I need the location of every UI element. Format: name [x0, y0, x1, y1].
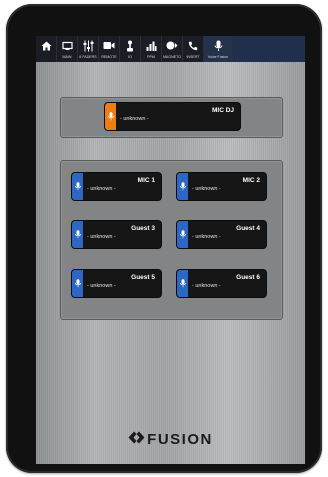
magneto-icon [165, 39, 179, 52]
tablet-frame: MAIN 8 FADERS REMOTE IO PPM MAGNETO INSE… [6, 4, 322, 473]
meter-bars-icon [144, 39, 158, 52]
mic-channel-2[interactable]: MIC 2 - unknown - [177, 173, 266, 200]
channel-name: MIC 1 [137, 177, 155, 184]
mic-2-button[interactable] [177, 173, 188, 200]
channel-status: - unknown - [87, 283, 116, 289]
brand-logo: FUSION [36, 431, 305, 448]
home-icon [39, 39, 53, 52]
tab-io[interactable]: IO [120, 36, 141, 62]
tab-home[interactable] [36, 36, 57, 62]
channel-name: Guest 3 [131, 225, 155, 232]
guest-4-button[interactable] [177, 221, 188, 248]
usb-icon [123, 39, 137, 52]
microphone-icon [179, 178, 186, 196]
channel-status: - unknown - [192, 234, 221, 240]
microphone-icon [179, 226, 186, 244]
tab-voice-fusion[interactable]: Voice Fusion [204, 36, 233, 62]
tab-insert[interactable]: INSERT [183, 36, 204, 62]
microphone-icon [74, 178, 81, 196]
mic-dj-button[interactable] [105, 103, 116, 130]
fusion-logo-icon [128, 431, 147, 448]
channel-name: Guest 4 [236, 225, 260, 232]
faders-icon [81, 39, 95, 52]
tab-main[interactable]: MAIN [57, 36, 78, 62]
phone-icon [186, 39, 200, 52]
tab-8-faders[interactable]: 8 FADERS [78, 36, 99, 62]
mic-1-button[interactable] [72, 173, 83, 200]
tab-ppm[interactable]: PPM [141, 36, 162, 62]
microphone-icon [74, 275, 81, 293]
tab-magneto[interactable]: MAGNETO [162, 36, 183, 62]
channel-name: MIC 2 [242, 177, 260, 184]
mic-channel-1[interactable]: MIC 1 - unknown - [72, 173, 161, 200]
video-camera-icon [102, 39, 116, 52]
microphone-icon [211, 39, 225, 52]
mic-channel-3[interactable]: Guest 3 - unknown - [72, 221, 161, 248]
microphone-icon [74, 226, 81, 244]
guest-6-button[interactable] [177, 270, 188, 297]
monitor-icon [60, 39, 74, 52]
screen: MAIN 8 FADERS REMOTE IO PPM MAGNETO INSE… [36, 36, 305, 464]
channel-status: - unknown - [120, 116, 149, 122]
top-bar-filler [233, 36, 305, 62]
channel-status: - unknown - [192, 283, 221, 289]
channel-status: - unknown - [87, 186, 116, 192]
mic-channel-4[interactable]: Guest 4 - unknown - [177, 221, 266, 248]
channel-status: - unknown - [192, 186, 221, 192]
microphone-icon [107, 108, 114, 126]
channel-name: MIC DJ [211, 107, 234, 114]
guest-3-button[interactable] [72, 221, 83, 248]
channel-status: - unknown - [87, 234, 116, 240]
microphone-icon [179, 275, 186, 293]
channel-name: Guest 6 [236, 274, 260, 281]
mic-channel-6[interactable]: Guest 6 - unknown - [177, 270, 266, 297]
guest-5-button[interactable] [72, 270, 83, 297]
channel-name: Guest 5 [131, 274, 155, 281]
mic-channel-5[interactable]: Guest 5 - unknown - [72, 270, 161, 297]
brand-name: FUSION [147, 431, 213, 448]
mic-dj-channel[interactable]: MIC DJ - unknown - [105, 103, 240, 130]
top-navigation-bar: MAIN 8 FADERS REMOTE IO PPM MAGNETO INSE… [36, 36, 305, 62]
tab-remote[interactable]: REMOTE [99, 36, 120, 62]
